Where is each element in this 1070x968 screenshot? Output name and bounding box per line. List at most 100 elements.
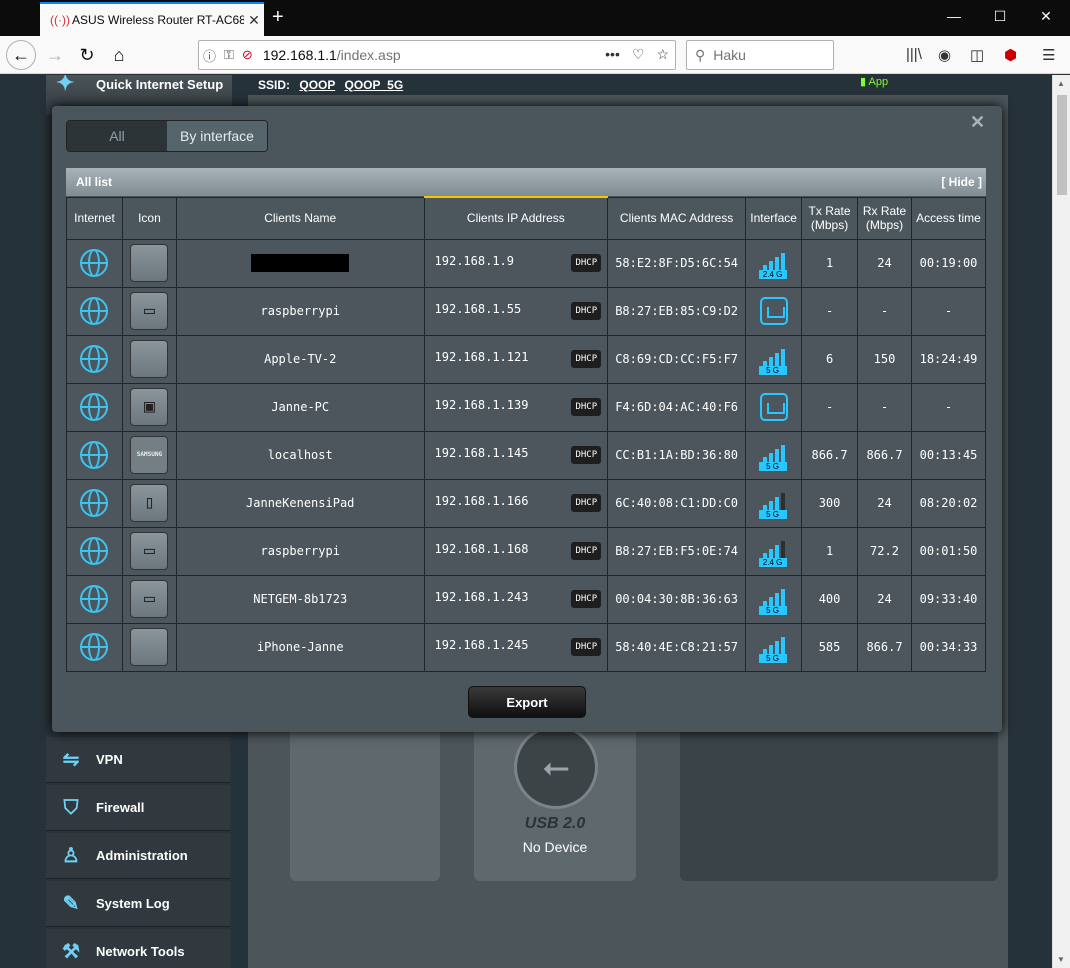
column-header[interactable]: Clients Name xyxy=(175,196,425,240)
laptop-device-icon[interactable]: ▭ xyxy=(130,532,169,570)
client-ip: 192.168.1.145 xyxy=(434,445,529,460)
samsung-device-icon[interactable]: SAMSUNG xyxy=(130,436,169,474)
table-row[interactable]: ▭ raspberrypi 192.168.1.168 DHCP B8:27:EB:F5… xyxy=(66,526,987,576)
table-row[interactable]: iPhone-Janne 192.168.1.245 DHCP 58:40:4E:C8… xyxy=(66,622,987,672)
menu-item-administration[interactable]: ♙ Administration xyxy=(46,833,230,879)
window-close-icon[interactable]: ✕ xyxy=(1036,8,1056,25)
internet-globe-icon[interactable] xyxy=(80,441,109,469)
usb-card[interactable]: ⭠ USB 2.0 No Device xyxy=(474,715,636,881)
forward-icon[interactable]: → xyxy=(40,40,70,70)
maximize-icon[interactable]: ☐ xyxy=(990,8,1010,25)
redacted-name xyxy=(251,254,350,272)
laptop-device-icon[interactable]: ▭ xyxy=(130,580,169,618)
menu-item-firewall[interactable]: ⛉ Firewall xyxy=(46,785,230,831)
client-name[interactable]: localhost xyxy=(268,448,333,462)
back-icon[interactable]: ← xyxy=(6,40,36,70)
page-actions-icon[interactable]: ••• xyxy=(605,46,620,63)
sidebar-icon[interactable]: ◫ xyxy=(970,46,984,64)
library-icon[interactable]: |||\ xyxy=(906,46,922,63)
app-status[interactable]: ▮ App xyxy=(860,75,888,88)
client-name[interactable]: Apple-TV-2 xyxy=(264,352,336,366)
internet-globe-icon[interactable] xyxy=(80,489,109,517)
home-icon[interactable]: ⌂ xyxy=(104,40,134,70)
internet-globe-icon[interactable] xyxy=(80,393,109,421)
client-mac: F4:6D:04:AC:40:F6 xyxy=(615,400,739,414)
ublock-icon[interactable]: ⬢ xyxy=(1004,46,1017,64)
tab-close-icon[interactable]: ✕ xyxy=(244,12,264,29)
table-row[interactable]: Apple-TV-2 192.168.1.121 DHCP C8:69:CD:CC:F… xyxy=(66,334,987,384)
internet-globe-icon[interactable] xyxy=(80,345,109,373)
wifi-signal-icon: 5 G xyxy=(758,487,789,519)
column-header[interactable]: Rx Rate (Mbps) xyxy=(857,196,912,240)
tab-by-interface[interactable]: By interface xyxy=(167,121,267,151)
client-ip: 192.168.1.55 xyxy=(434,301,522,316)
client-name[interactable]: iPhone-Janne xyxy=(257,640,344,654)
ssid-line: SSID: QOOP QOOP_5G xyxy=(258,78,404,92)
table-row[interactable]: ▭ NETGEM-8b1723 192.168.1.243 DHCP 00:04:30:… xyxy=(66,574,987,624)
hide-link[interactable]: [ Hide ] xyxy=(941,175,982,189)
wifi-band-label: 5 G xyxy=(758,654,787,663)
desktop-device-icon[interactable]: ▣ xyxy=(130,388,169,426)
usb-icon: ⭠ xyxy=(514,725,598,809)
browser-tab[interactable]: ((·)) ASUS Wireless Router RT-AC68U ✕ xyxy=(40,2,264,36)
wifi-signal-icon: 5 G xyxy=(758,631,789,663)
minimize-icon[interactable]: — xyxy=(944,8,964,24)
dhcp-badge: DHCP xyxy=(571,493,602,512)
internet-globe-icon[interactable] xyxy=(80,585,109,613)
ssid-5-link[interactable]: QOOP_5G xyxy=(345,78,404,92)
internet-globe-icon[interactable] xyxy=(80,297,109,325)
menu-item-vpn[interactable]: ⇋ VPN xyxy=(46,737,230,783)
page-scrollbar[interactable]: ▲ ▼ xyxy=(1052,75,1070,968)
list-title: All list xyxy=(76,175,113,189)
search-input[interactable]: ⚲ Haku xyxy=(686,40,834,70)
column-header[interactable]: Internet xyxy=(66,196,123,240)
menu-item-system-log[interactable]: ✎ System Log xyxy=(46,881,230,927)
tools-icon: ⚒ xyxy=(62,941,80,963)
phone-device-icon[interactable] xyxy=(130,340,169,378)
clients-table: Internet Icon Clients Name Clients IP Addre… xyxy=(66,196,987,672)
internet-globe-icon[interactable] xyxy=(80,537,109,565)
table-row[interactable]: 192.168.1.9 DHCP 58:E2:8F:D5:6C:54 2.4 G 1 24… xyxy=(66,238,987,288)
client-name[interactable]: Janne-PC xyxy=(271,400,329,414)
internet-globe-icon[interactable] xyxy=(80,633,109,661)
laptop-device-icon[interactable]: ▭ xyxy=(130,292,169,330)
column-header[interactable]: Icon xyxy=(121,196,177,240)
table-row[interactable]: ▯ JanneKenensiPad 192.168.1.166 DHCP 6C:40:0… xyxy=(66,478,987,528)
new-tab-icon[interactable]: + xyxy=(272,6,284,29)
phone-device-icon[interactable] xyxy=(130,628,169,666)
menu-item-network-tools[interactable]: ⚒ Network Tools xyxy=(46,929,230,968)
internet-globe-icon[interactable] xyxy=(80,249,109,277)
column-header[interactable]: Clients MAC Address xyxy=(607,196,747,240)
tab-all[interactable]: All xyxy=(67,121,167,151)
sync-icon[interactable]: ◉ xyxy=(938,46,951,64)
wifi-signal-icon: 5 G xyxy=(758,583,789,615)
column-header[interactable]: Interface xyxy=(745,196,803,240)
pocket-icon[interactable]: ♡ xyxy=(632,46,645,63)
modal-close-icon[interactable]: ✕ xyxy=(970,112,985,133)
info-icon[interactable]: ⓘ xyxy=(203,46,216,65)
tablet-device-icon[interactable]: ▯ xyxy=(130,484,169,522)
scroll-thumb[interactable] xyxy=(1057,95,1067,195)
dhcp-badge: DHCP xyxy=(571,541,602,560)
table-row[interactable]: ▭ raspberrypi 192.168.1.55 DHCP B8:27:EB:85:… xyxy=(66,286,987,336)
scroll-down-icon[interactable]: ▼ xyxy=(1057,955,1065,964)
export-button[interactable]: Export xyxy=(468,686,586,718)
column-header[interactable]: Clients IP Address xyxy=(423,196,609,240)
bookmark-star-icon[interactable]: ☆ xyxy=(656,46,669,63)
column-header[interactable]: Access time xyxy=(910,196,987,240)
ethernet-icon xyxy=(759,297,788,325)
client-name[interactable]: raspberrypi xyxy=(260,304,339,318)
phone-device-icon[interactable] xyxy=(130,244,169,282)
column-header[interactable]: Tx Rate (Mbps) xyxy=(801,196,859,240)
table-row[interactable]: ▣ Janne-PC 192.168.1.139 DHCP F4:6D:04:AC:40… xyxy=(66,382,987,432)
table-row[interactable]: SAMSUNG localhost 192.168.1.145 DHCP CC:B1:1… xyxy=(66,430,987,480)
client-mac: B8:27:EB:85:C9:D2 xyxy=(615,304,739,318)
reload-icon[interactable]: ↻ xyxy=(72,40,102,70)
client-name[interactable]: JanneKenensiPad xyxy=(246,496,354,510)
ssid-24-link[interactable]: QOOP xyxy=(299,78,335,92)
client-name[interactable]: NETGEM-8b1723 xyxy=(253,592,347,606)
scroll-up-icon[interactable]: ▲ xyxy=(1057,79,1065,88)
url-bar[interactable]: ⓘ ⚿ ⊘ 192.168.1.1/index.asp ••• ♡ ☆ xyxy=(198,40,676,70)
client-name[interactable]: raspberrypi xyxy=(260,544,339,558)
hamburger-menu-icon[interactable]: ☰ xyxy=(1042,46,1055,64)
